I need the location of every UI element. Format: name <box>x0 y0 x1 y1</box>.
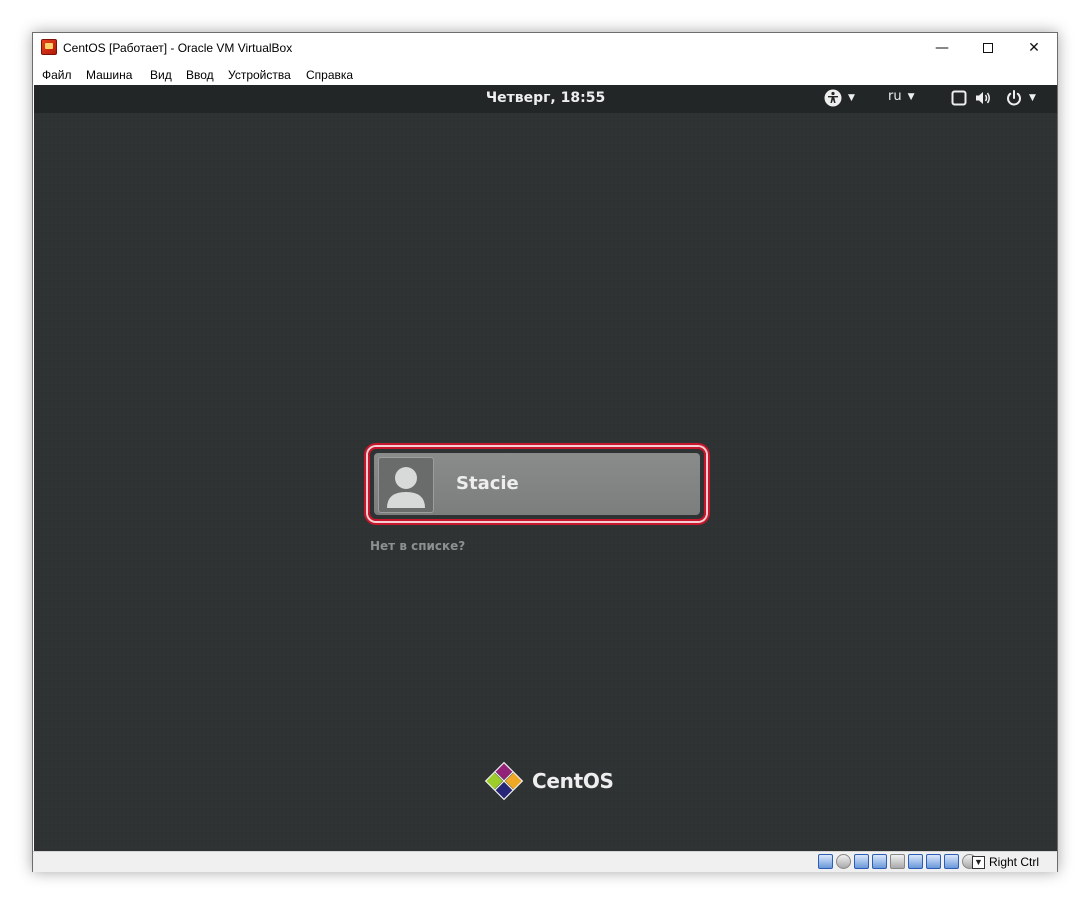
centos-logo: CentOS <box>484 761 614 801</box>
user-list-item-highlight[interactable]: Stacie <box>368 447 706 521</box>
centos-emblem-icon <box>484 761 524 801</box>
desktop: CentOS [Работает] - Oracle VM VirtualBox… <box>0 0 1090 906</box>
virtualbox-window: CentOS [Работает] - Oracle VM VirtualBox… <box>32 32 1058 872</box>
menu-file[interactable]: Файл <box>42 68 72 82</box>
volume-icon <box>976 92 990 104</box>
menu-input[interactable]: Ввод <box>186 68 214 82</box>
not-listed-link[interactable]: Нет в списке? <box>370 539 465 553</box>
status-icons <box>818 854 977 869</box>
chevron-down-icon: ▼ <box>907 91 915 102</box>
user-silhouette-icon <box>387 467 425 508</box>
hard-disk-icon[interactable] <box>818 854 833 869</box>
usb-icon[interactable] <box>872 854 887 869</box>
menu-devices[interactable]: Устройства <box>228 68 291 82</box>
menu-view[interactable]: Вид <box>150 68 172 82</box>
shared-folders-icon[interactable] <box>890 854 905 869</box>
user-name: Stacie <box>456 473 519 494</box>
host-key-indicator[interactable]: ▼ Right Ctrl <box>971 855 1039 869</box>
host-key-label: Right Ctrl <box>988 855 1039 869</box>
virtualbox-app-icon <box>41 39 57 55</box>
video-capture-icon[interactable] <box>926 854 941 869</box>
minimize-button[interactable]: — <box>919 33 965 63</box>
display-icon[interactable] <box>908 854 923 869</box>
title-bar: CentOS [Работает] - Oracle VM VirtualBox… <box>33 33 1057 63</box>
centos-wordmark: CentOS <box>532 769 614 793</box>
power-icon <box>1007 90 1021 106</box>
accessibility-icon <box>824 89 842 107</box>
optical-drive-icon[interactable] <box>836 854 851 869</box>
minimize-icon: — <box>935 40 949 56</box>
menu-bar: Файл Машина Вид Ввод Устройства Справка <box>33 63 1057 85</box>
gnome-top-panel: Четверг, 18:55 ▼ ru ▼ ▼ <box>34 85 1057 113</box>
user-avatar <box>378 457 434 513</box>
language-label: ru <box>888 89 902 104</box>
menu-help[interactable]: Справка <box>306 68 353 82</box>
arrow-down-icon: ▼ <box>971 855 985 869</box>
chevron-down-icon: ▼ <box>1029 93 1036 103</box>
language-menu[interactable]: ru ▼ <box>888 89 915 104</box>
user-list-item[interactable]: Stacie <box>374 453 700 515</box>
close-button[interactable]: ✕ <box>1011 33 1057 63</box>
system-menu[interactable]: ▼ <box>951 89 1036 107</box>
menu-machine[interactable]: Машина <box>86 68 132 82</box>
screen-icon <box>951 90 967 106</box>
network-icon[interactable] <box>854 854 869 869</box>
window-title: CentOS [Работает] - Oracle VM VirtualBox <box>63 41 293 55</box>
close-icon: ✕ <box>1028 40 1040 56</box>
guest-screen[interactable]: Четверг, 18:55 ▼ ru ▼ ▼ Stacie Нет в спи… <box>34 85 1057 851</box>
status-bar: ▼ Right Ctrl <box>33 851 1057 872</box>
cpu-virtualization-icon[interactable] <box>944 854 959 869</box>
accessibility-menu[interactable]: ▼ <box>824 89 855 107</box>
chevron-down-icon: ▼ <box>848 93 855 103</box>
maximize-button[interactable] <box>965 33 1011 63</box>
maximize-icon <box>983 43 993 53</box>
